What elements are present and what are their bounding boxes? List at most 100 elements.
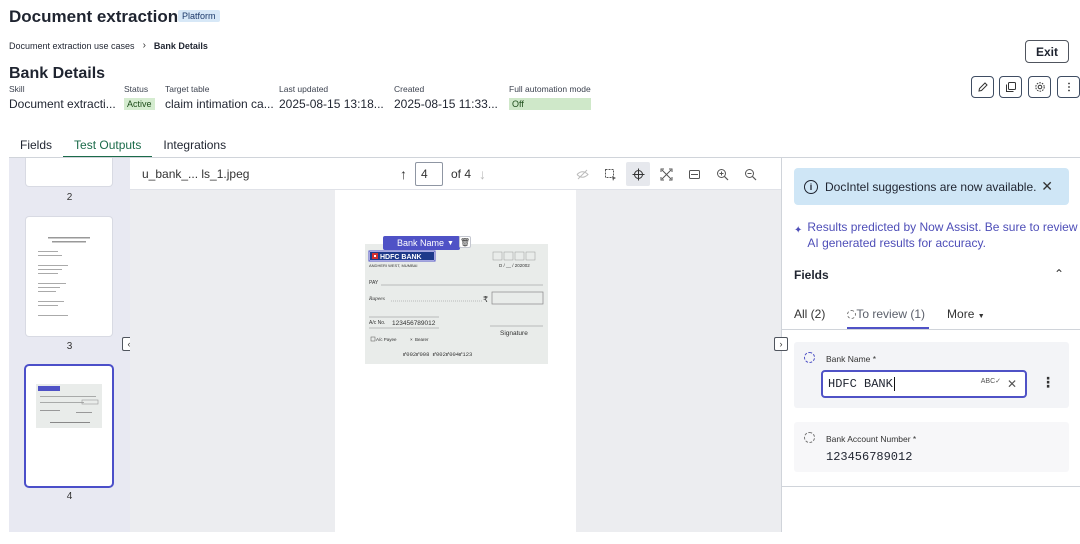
breadcrumb-link-use-cases[interactable]: Document extraction use cases bbox=[9, 41, 135, 51]
thumbnail-page-4[interactable] bbox=[26, 366, 112, 486]
status-badge: Active bbox=[124, 98, 155, 110]
bank-name-annotation-tag[interactable]: Bank Name ▼ bbox=[383, 236, 460, 250]
bank-account-number-value: 123456789012 bbox=[826, 450, 913, 464]
app-title: Document extraction bbox=[9, 7, 179, 26]
close-icon[interactable]: ✕ bbox=[1041, 178, 1053, 195]
filter-tab-all-label: All (2) bbox=[794, 307, 826, 321]
thumbnail-page-3[interactable] bbox=[26, 217, 112, 336]
thumbnail-page-number: 3 bbox=[66, 341, 73, 352]
cheque-branch: ANDHERI WEST, MUMBAI bbox=[369, 263, 417, 268]
spellcheck-icon[interactable]: ABC✓ bbox=[981, 377, 1001, 385]
tab-integrations[interactable]: Integrations bbox=[152, 132, 237, 156]
cheque-micr: ⑈002⑈008 ⑈002⑈004⑈123 bbox=[403, 351, 472, 358]
bank-name-input-value: HDFC BANK bbox=[828, 377, 893, 392]
settings-button[interactable] bbox=[1028, 76, 1051, 98]
more-actions-button[interactable] bbox=[1057, 76, 1080, 98]
info-banner-text: DocIntel suggestions are now available. bbox=[825, 179, 1037, 194]
chevron-right-icon: › bbox=[142, 40, 146, 51]
meta-created-value: 2025-08-15 11:33... bbox=[394, 97, 498, 111]
hide-annotations-button[interactable] bbox=[570, 162, 594, 186]
filter-tab-to-review-label: To review (1) bbox=[856, 307, 926, 321]
page-navigation: ↑ 4 of 4 ↓ bbox=[400, 162, 486, 186]
now-assist-note-text: Results predicted by Now Assist. Be sure… bbox=[807, 220, 1078, 250]
chevron-up-icon[interactable]: ⌃ bbox=[1054, 267, 1064, 281]
field-label-bank-name: Bank Name * bbox=[826, 354, 877, 364]
clear-icon[interactable]: ✕ bbox=[1007, 377, 1017, 391]
tab-test-outputs[interactable]: Test Outputs bbox=[63, 132, 153, 158]
cheque-image: HDFC BANK ANDHERI WEST, MUMBAI D / __ / … bbox=[365, 244, 548, 364]
filter-tab-more[interactable]: More ▼ bbox=[947, 307, 985, 329]
meta-created: Created 2025-08-15 11:33... bbox=[394, 84, 498, 111]
cheque-drawing: HDFC BANK ANDHERI WEST, MUMBAI D / __ / … bbox=[368, 250, 544, 358]
edit-icon bbox=[977, 82, 988, 92]
meta-last-updated: Last updated 2025-08-15 13:18... bbox=[279, 84, 384, 111]
review-status-icon bbox=[804, 432, 815, 443]
fit-width-button[interactable] bbox=[682, 162, 706, 186]
breadcrumb: Document extraction use cases › Bank Det… bbox=[9, 40, 208, 51]
filter-tab-to-review[interactable]: To review (1) bbox=[847, 307, 929, 329]
document-viewer[interactable]: Bank Name ▼ 🗑 HDFC BANK ANDHERI WEST, MU… bbox=[130, 190, 781, 532]
gear-icon bbox=[1034, 82, 1045, 92]
select-region-button[interactable] bbox=[598, 162, 622, 186]
field-filter-tabs: All (2) To review (1) More ▼ bbox=[794, 307, 985, 329]
cheque-bank-name: HDFC BANK bbox=[380, 254, 422, 261]
text-caret bbox=[893, 377, 895, 391]
field-card-bank-account-number[interactable]: Bank Account Number * 123456789012 bbox=[794, 422, 1069, 472]
annotation-tag-label: Bank Name bbox=[397, 238, 445, 248]
dashed-circle-icon bbox=[847, 310, 857, 319]
fields-heading: Fields bbox=[794, 268, 829, 282]
cheque-account-label: A/c No. bbox=[369, 320, 385, 326]
more-vertical-icon[interactable]: ⋮ bbox=[1041, 374, 1055, 391]
meta-automation: Full automation mode Off bbox=[509, 84, 591, 110]
info-banner: i DocIntel suggestions are now available… bbox=[794, 168, 1069, 205]
thumbnail-page-number: 2 bbox=[66, 192, 73, 203]
review-status-icon bbox=[804, 352, 815, 363]
page-number-input[interactable]: 4 bbox=[415, 162, 443, 186]
page-preview-image bbox=[36, 384, 102, 428]
hide-icon bbox=[576, 169, 589, 179]
caret-down-icon: ▼ bbox=[447, 239, 454, 247]
cheque-pay: PAY bbox=[369, 280, 379, 286]
platform-badge: Platform bbox=[178, 10, 220, 22]
zoom-out-button[interactable] bbox=[738, 162, 762, 186]
exit-button[interactable]: Exit bbox=[1025, 40, 1069, 63]
crosshair-button[interactable] bbox=[626, 162, 650, 186]
copy-button[interactable] bbox=[999, 76, 1022, 98]
panel-divider bbox=[782, 486, 1080, 487]
zoom-in-button[interactable] bbox=[710, 162, 734, 186]
fit-screen-icon bbox=[660, 168, 672, 180]
delete-annotation-button[interactable]: 🗑 bbox=[459, 236, 471, 248]
edit-button[interactable] bbox=[971, 76, 994, 98]
bank-name-input[interactable]: HDFC BANK ABC✓ ✕ bbox=[821, 370, 1027, 398]
collapse-fields-panel-button[interactable]: › bbox=[774, 337, 788, 351]
cheque-account-number: 123456789012 bbox=[392, 320, 436, 327]
copy-icon bbox=[1005, 82, 1016, 92]
field-card-bank-name[interactable]: Bank Name * HDFC BANK ABC✓ ✕ ⋮ bbox=[794, 342, 1069, 408]
trash-icon: 🗑 bbox=[459, 237, 471, 247]
meta-automation-label: Full automation mode bbox=[509, 84, 591, 94]
filter-tab-all[interactable]: All (2) bbox=[794, 307, 825, 329]
arrow-up-icon[interactable]: ↑ bbox=[400, 166, 407, 182]
meta-last-updated-label: Last updated bbox=[279, 84, 329, 94]
filter-tabs-divider bbox=[782, 329, 1080, 330]
page-title: Bank Details bbox=[9, 65, 106, 82]
thumbnail-page-number: 4 bbox=[66, 491, 73, 502]
meta-skill-value: Document extracti... bbox=[9, 97, 116, 111]
cheque-rupees: Rupees bbox=[368, 296, 385, 302]
file-name: u_bank_... ls_1.jpeg bbox=[142, 167, 250, 181]
thumbnail-page-2[interactable] bbox=[26, 158, 112, 186]
meta-skill-label: Skill bbox=[9, 84, 25, 94]
tab-fields[interactable]: Fields bbox=[9, 132, 63, 156]
filter-tab-more-label: More bbox=[947, 307, 975, 321]
caret-down-icon: ▼ bbox=[977, 313, 985, 320]
meta-target-table-value: claim intimation ca... bbox=[165, 97, 274, 111]
meta-status-label: Status bbox=[124, 84, 149, 94]
fit-screen-button[interactable] bbox=[654, 162, 678, 186]
arrow-down-icon[interactable]: ↓ bbox=[479, 166, 486, 182]
main-tabs: Fields Test Outputs Integrations bbox=[9, 132, 237, 158]
meta-target-table: Target table claim intimation ca... bbox=[165, 84, 274, 111]
meta-last-updated-value: 2025-08-15 13:18... bbox=[279, 97, 384, 111]
zoom-in-icon bbox=[716, 168, 728, 180]
meta-created-label: Created bbox=[394, 84, 425, 94]
crosshair-icon bbox=[632, 168, 644, 180]
